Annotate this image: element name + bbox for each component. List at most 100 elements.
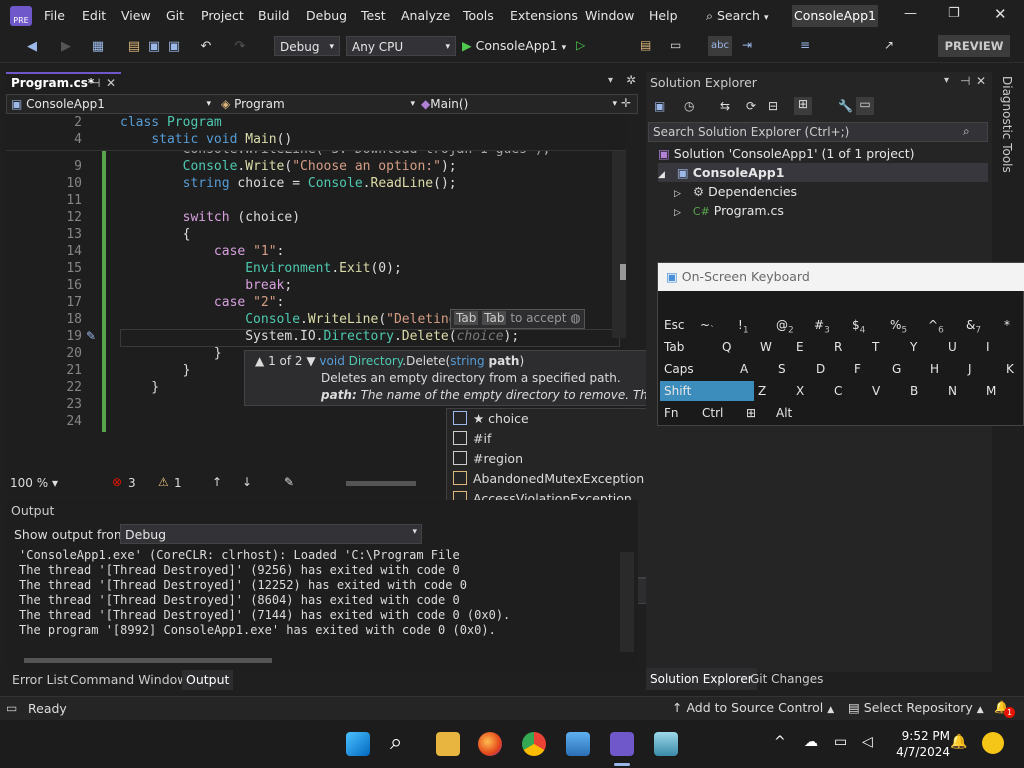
- start-without-debug-icon[interactable]: ▷: [576, 38, 585, 52]
- menu-analyze[interactable]: Analyze: [401, 8, 450, 23]
- osk-key[interactable]: Shift: [660, 381, 754, 401]
- platform-select[interactable]: Any CPU ▾: [346, 36, 456, 56]
- menu-build[interactable]: Build: [258, 8, 289, 23]
- minimize-icon[interactable]: —: [904, 6, 917, 21]
- tab-program-cs[interactable]: Program.cs* ⊣ ✕: [6, 72, 121, 94]
- editor-scrollbar[interactable]: [612, 118, 626, 338]
- open-icon[interactable]: ▤: [126, 39, 142, 55]
- osk-key[interactable]: ~`: [700, 315, 715, 335]
- cleanup-icon[interactable]: ✎: [284, 475, 294, 489]
- panel-close-icon[interactable]: ✕: [976, 74, 986, 88]
- osk-windows-key-icon[interactable]: ⊞: [746, 403, 757, 423]
- osk-key[interactable]: T: [872, 337, 880, 357]
- share-icon[interactable]: ↗: [884, 38, 894, 52]
- maximize-icon[interactable]: ❐: [948, 6, 960, 21]
- collapsed-chevron-icon[interactable]: ▷: [674, 208, 681, 218]
- redo-icon[interactable]: ↷: [232, 39, 248, 55]
- osk-key[interactable]: A: [740, 359, 749, 379]
- save-icon[interactable]: ▣: [146, 39, 162, 55]
- nav-class-select[interactable]: ◈ Program ▾: [221, 96, 415, 112]
- output-vscroll[interactable]: [620, 552, 634, 652]
- osk-key[interactable]: Fn: [664, 403, 679, 423]
- osk-key[interactable]: W: [760, 337, 772, 357]
- completion-item[interactable]: #region: [453, 449, 523, 469]
- select-repository-button[interactable]: ▤ Select Repository ▲: [848, 700, 984, 715]
- accept-hint[interactable]: Tab Tab to accept ◍: [450, 309, 585, 329]
- osk-key[interactable]: &7: [966, 315, 982, 335]
- menu-project[interactable]: Project: [201, 8, 244, 23]
- tab-close-icon[interactable]: ✕: [106, 74, 116, 92]
- zoom-select[interactable]: 100 % ▾: [10, 476, 58, 490]
- preview-badge[interactable]: PREVIEW: [938, 35, 1010, 57]
- preview-selected-icon[interactable]: ▭: [856, 97, 874, 115]
- refresh-icon[interactable]: ⟳: [746, 99, 756, 113]
- menu-git[interactable]: Git: [166, 8, 184, 23]
- menu-view[interactable]: View: [121, 8, 151, 23]
- photos-icon[interactable]: [566, 732, 590, 756]
- start-debug-button[interactable]: ▶ ConsoleApp1 ▾: [462, 36, 572, 56]
- spellcheck-icon[interactable]: abc: [708, 36, 732, 56]
- tab-error-list[interactable]: Error List: [12, 672, 68, 687]
- osk-title-bar[interactable]: ▣ On-Screen Keyboard: [658, 263, 1024, 291]
- clock[interactable]: 9:52 PM 4/7/2024: [892, 728, 950, 760]
- tab-output[interactable]: Output: [182, 670, 234, 690]
- remote-desktop-icon[interactable]: [654, 732, 678, 756]
- osk-key[interactable]: Caps: [664, 359, 694, 379]
- osk-key[interactable]: Tab: [664, 337, 685, 357]
- expand-icon[interactable]: ◢: [658, 170, 665, 180]
- next-overload-icon[interactable]: ▼: [306, 354, 315, 368]
- tree-dependencies[interactable]: ▷ ⚙ Dependencies: [674, 182, 797, 201]
- osk-key[interactable]: E: [796, 337, 804, 357]
- tree-project[interactable]: ◢ ▣ ConsoleApp1: [658, 163, 988, 182]
- tab-git-changes[interactable]: Git Changes: [750, 668, 823, 690]
- osk-key[interactable]: G: [892, 359, 902, 379]
- display-icon[interactable]: ▭: [834, 734, 847, 750]
- menu-edit[interactable]: Edit: [82, 8, 106, 23]
- split-icon[interactable]: ✛: [621, 96, 631, 110]
- osk-key[interactable]: #3: [814, 315, 830, 335]
- editor-scroll-thumb[interactable]: [620, 264, 626, 280]
- osk-key[interactable]: Ctrl: [702, 403, 724, 423]
- osk-key[interactable]: Y: [910, 337, 918, 357]
- volume-icon[interactable]: ◁: [862, 734, 873, 750]
- hot-reload-icon[interactable]: ▤: [640, 38, 651, 52]
- back-icon[interactable]: ◀: [24, 39, 40, 55]
- menu-extensions[interactable]: Extensions: [510, 8, 578, 23]
- osk-key[interactable]: !1: [738, 315, 749, 335]
- osk-key[interactable]: F: [854, 359, 861, 379]
- new-project-icon[interactable]: ▦: [90, 39, 106, 55]
- osk-key[interactable]: C: [834, 381, 843, 401]
- osk-key[interactable]: D: [816, 359, 826, 379]
- visual-studio-icon[interactable]: [610, 732, 634, 756]
- osk-key[interactable]: $4: [852, 315, 866, 335]
- save-all-icon[interactable]: ▣: [166, 39, 182, 55]
- tree-program-cs[interactable]: ▷ C# Program.cs: [674, 201, 784, 220]
- osk-key[interactable]: S: [778, 359, 786, 379]
- show-all-files-icon[interactable]: ⊞: [794, 97, 812, 115]
- output-hscroll-thumb[interactable]: [24, 658, 272, 663]
- file-explorer-icon[interactable]: [436, 732, 460, 756]
- add-to-source-control-button[interactable]: ↑ Add to Source Control ▲: [672, 700, 834, 715]
- configuration-select[interactable]: Debug ▾: [274, 36, 340, 56]
- prev-overload-icon[interactable]: ▲: [255, 354, 264, 368]
- comment-icon[interactable]: ≡: [800, 38, 810, 52]
- forward-icon[interactable]: ▶: [58, 39, 74, 55]
- panel-pin-icon[interactable]: ⊣: [960, 74, 970, 88]
- sync-icon[interactable]: ⇆: [720, 99, 730, 113]
- osk-key[interactable]: %5: [890, 315, 908, 335]
- osk-key[interactable]: K: [1006, 359, 1014, 379]
- close-icon[interactable]: ✕: [994, 5, 1007, 23]
- osk-key[interactable]: H: [930, 359, 940, 379]
- osk-key[interactable]: X: [796, 381, 805, 401]
- osk-key[interactable]: M: [986, 381, 997, 401]
- osk-key[interactable]: Esc: [664, 315, 685, 335]
- osk-key[interactable]: @2: [776, 315, 794, 335]
- windows-start-icon[interactable]: [346, 732, 370, 756]
- menu-help[interactable]: Help: [649, 8, 678, 23]
- osk-key[interactable]: Z: [758, 381, 767, 401]
- pin-icon[interactable]: ⊣: [90, 74, 100, 92]
- panel-dropdown-icon[interactable]: ▾: [944, 75, 949, 86]
- menu-window[interactable]: Window: [585, 8, 634, 23]
- menu-file[interactable]: File: [44, 8, 65, 23]
- undo-icon[interactable]: ↶: [198, 39, 214, 55]
